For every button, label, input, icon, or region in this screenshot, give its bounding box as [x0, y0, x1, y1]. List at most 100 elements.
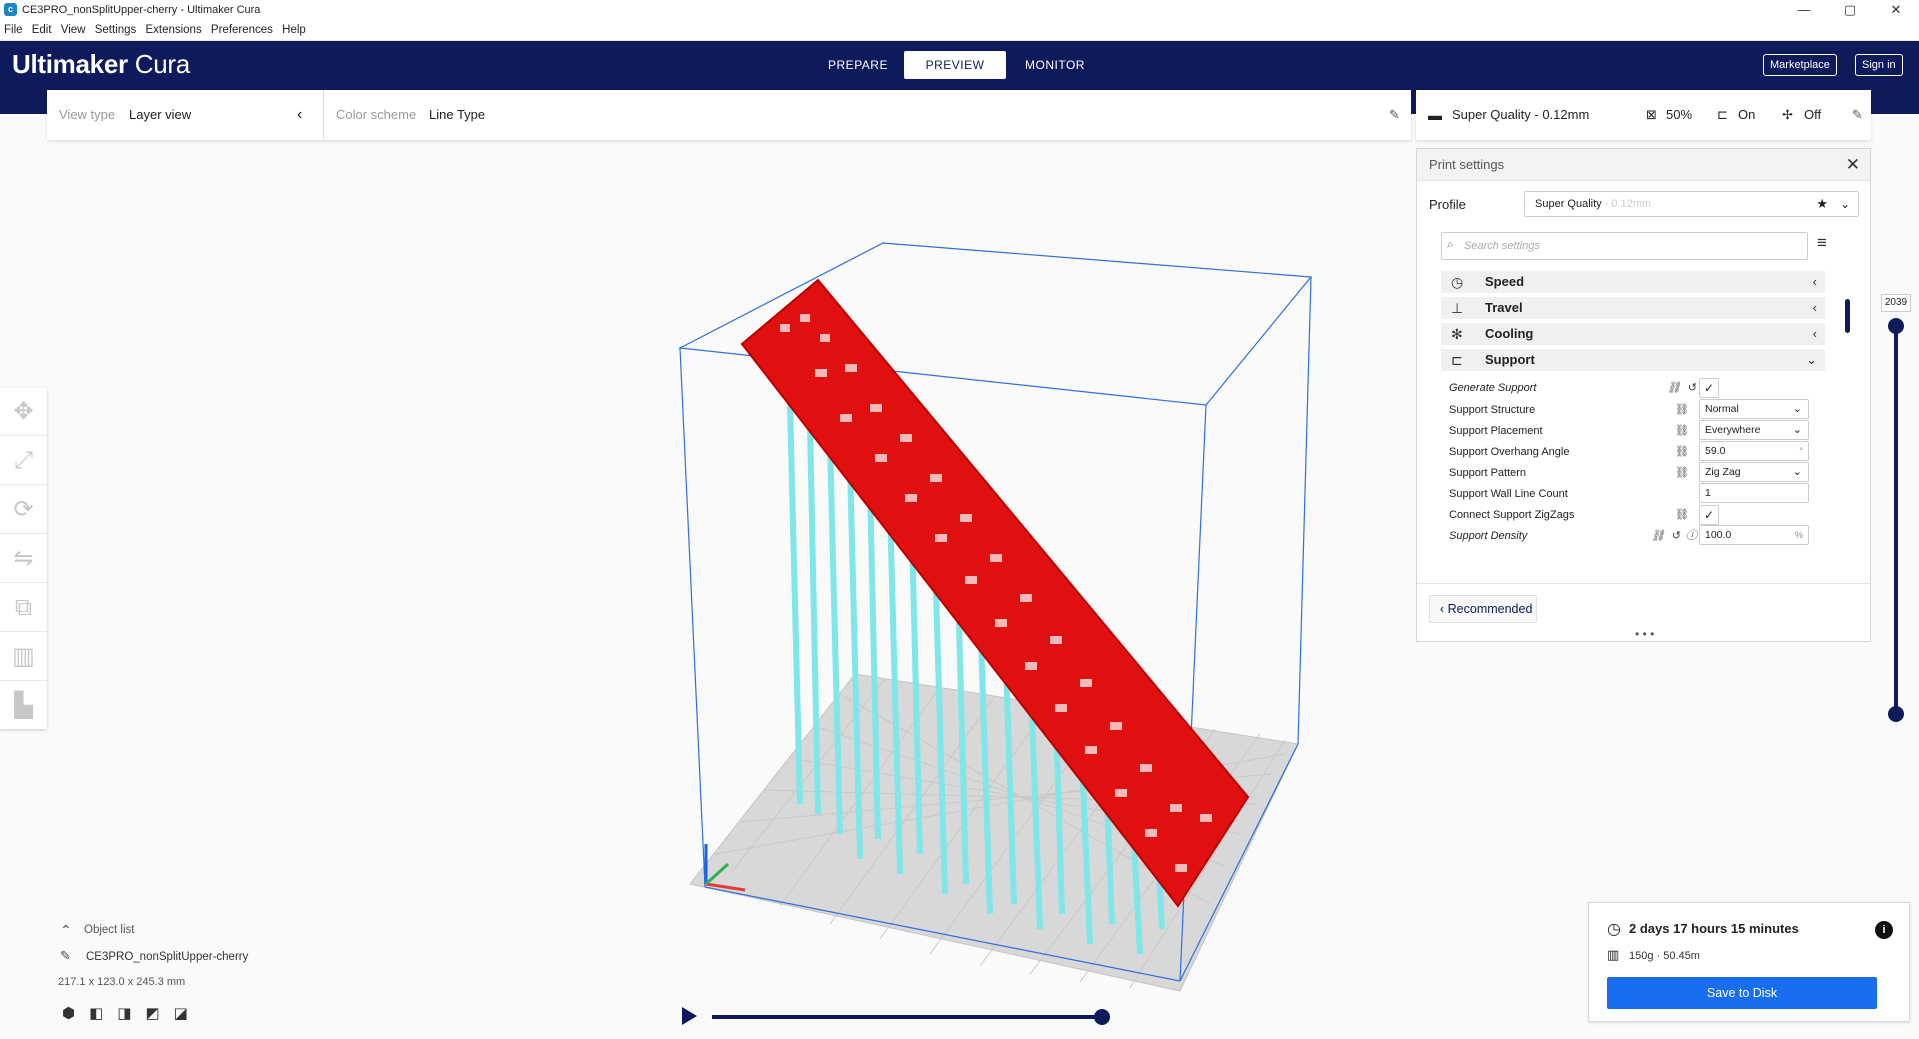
tab-monitor[interactable]: MONITOR — [1010, 51, 1100, 79]
divider — [323, 90, 324, 140]
menu-help[interactable]: Help — [282, 20, 306, 41]
setting-support-placement: Support Placement ⛓ Everywhere ⌄ — [1449, 420, 1809, 442]
search-input[interactable]: Search settings — [1441, 232, 1808, 260]
support-summary[interactable]: On — [1738, 90, 1755, 140]
object-dimensions: 217.1 x 123.0 x 245.3 mm — [58, 976, 186, 988]
close-window-button[interactable]: ✕ — [1873, 0, 1919, 20]
category-speed[interactable]: ◷ Speed ‹ — [1441, 271, 1825, 293]
setting-label: Support Density — [1449, 530, 1528, 542]
menu-view[interactable]: View — [61, 20, 86, 41]
resize-handle[interactable]: • • • — [1635, 627, 1654, 641]
custom-support-icon[interactable]: ▙ — [0, 682, 47, 730]
object-name[interactable]: CE3PRO_nonSplitUpper-cherry — [86, 951, 248, 963]
setting-support-overhang-angle: Support Overhang Angle ⛓ 59.0 ° — [1449, 441, 1809, 463]
chevron-up-icon[interactable]: ⌃ — [60, 922, 72, 939]
category-travel[interactable]: ⊥ Travel ‹ — [1441, 297, 1825, 319]
support-density-input[interactable]: 100.0% — [1699, 525, 1809, 545]
menu-extensions[interactable]: Extensions — [145, 20, 201, 41]
link-icon[interactable]: ⛓ — [1675, 399, 1689, 421]
pencil-icon[interactable]: ✎ — [60, 948, 71, 964]
link-icon[interactable]: ⛓ — [1675, 462, 1689, 484]
support-blocker-icon[interactable]: ▥ — [0, 633, 47, 681]
settings-scrollbar[interactable] — [1845, 299, 1850, 333]
menu-edit[interactable]: Edit — [32, 20, 52, 41]
move-tool-icon[interactable]: ✥ — [0, 388, 47, 436]
info-icon[interactable]: i — [1875, 921, 1893, 939]
reset-icon[interactable]: ↺ — [1688, 377, 1697, 399]
3d-view-icon[interactable]: ⬢ — [62, 1005, 89, 1022]
layer-slider-bottom-handle[interactable] — [1888, 706, 1904, 722]
play-icon[interactable] — [682, 1007, 697, 1025]
menu-icon[interactable]: ≡ — [1817, 233, 1827, 253]
tab-prepare[interactable]: PREPARE — [810, 51, 906, 79]
layer-slider[interactable]: 2039 — [1881, 290, 1911, 730]
color-scheme-select[interactable]: Line Type — [429, 90, 485, 140]
pencil-icon[interactable]: ✎ — [1852, 90, 1863, 140]
field-value: Everywhere — [1705, 424, 1761, 436]
profile-summary[interactable]: Super Quality - 0.12mm — [1452, 90, 1589, 140]
save-to-disk-button[interactable]: Save to Disk — [1607, 977, 1877, 1009]
tab-preview[interactable]: PREVIEW — [904, 51, 1006, 79]
marketplace-button[interactable]: Marketplace — [1763, 54, 1837, 76]
scale-tool-icon[interactable]: ⤢ — [0, 437, 47, 485]
chevron-left-icon: ‹ — [1440, 602, 1448, 616]
object-list-toggle[interactable]: Object list — [84, 924, 135, 936]
category-label: Support — [1485, 352, 1535, 367]
connect-zigzags-checkbox[interactable]: ✓ — [1699, 505, 1719, 525]
minimize-button[interactable]: — — [1781, 0, 1827, 20]
object-list-panel: ⌃ Object list ✎ CE3PRO_nonSplitUpper-che… — [58, 918, 378, 1028]
per-model-settings-icon[interactable]: ⧉ — [0, 584, 47, 632]
chevron-left-icon[interactable]: ‹ — [297, 90, 302, 140]
left-view-icon[interactable]: ◩ — [145, 1005, 173, 1022]
right-view-icon[interactable]: ◪ — [174, 1005, 202, 1022]
support-placement-select[interactable]: Everywhere ⌄ — [1699, 420, 1809, 440]
print-setup-bar[interactable]: ▬ Super Quality - 0.12mm ⊠ 50% ⊏ On ✢ Of… — [1416, 90, 1871, 140]
menu-file[interactable]: File — [4, 20, 23, 41]
profile-select[interactable]: Super Quality - 0.12mm ★ ⌄ — [1524, 191, 1859, 217]
category-support[interactable]: ⊏ Support ⌄ — [1441, 349, 1825, 371]
recommended-button[interactable]: ‹ Recommended — [1429, 595, 1537, 623]
view-type-select[interactable]: Layer view — [129, 90, 191, 140]
adhesion-summary[interactable]: Off — [1804, 90, 1821, 140]
category-cooling[interactable]: ✻ Cooling ‹ — [1441, 323, 1825, 345]
support-pattern-select[interactable]: Zig Zag ⌄ — [1699, 462, 1809, 482]
divider — [1417, 583, 1870, 584]
link-icon[interactable]: ⛓ — [1667, 377, 1681, 399]
info-icon[interactable]: ⓘ — [1686, 525, 1697, 547]
setting-support-structure: Support Structure ⛓ Normal ⌄ — [1449, 399, 1809, 421]
infill-summary[interactable]: 50% — [1666, 90, 1692, 140]
close-icon[interactable]: ✕ — [1846, 155, 1860, 175]
panel-title: Print settings — [1417, 149, 1870, 181]
layer-slider-top-handle[interactable] — [1888, 318, 1904, 334]
reset-icon[interactable]: ↺ — [1672, 525, 1681, 547]
maximize-button[interactable]: ▢ — [1827, 0, 1873, 20]
sign-in-button[interactable]: Sign in — [1855, 54, 1903, 76]
pencil-icon[interactable]: ✎ — [1389, 90, 1400, 140]
menu-settings[interactable]: Settings — [95, 20, 137, 41]
top-view-icon[interactable]: ◨ — [117, 1005, 145, 1022]
chevron-left-icon: ‹ — [1812, 274, 1817, 289]
path-slider-track[interactable] — [712, 1015, 1102, 1019]
chevron-down-icon[interactable]: ⌄ — [1840, 192, 1850, 216]
star-icon[interactable]: ★ — [1816, 192, 1828, 216]
support-structure-select[interactable]: Normal ⌄ — [1699, 399, 1809, 419]
layer-slider-track[interactable] — [1894, 326, 1898, 721]
rotate-tool-icon[interactable]: ⟳ — [0, 486, 47, 534]
view-type-label: View type — [59, 107, 116, 122]
support-wall-line-count-input[interactable]: 1 — [1699, 483, 1809, 503]
support-overhang-angle-input[interactable]: 59.0 ° — [1699, 441, 1809, 461]
front-view-icon[interactable]: ◧ — [89, 1005, 117, 1022]
link-icon[interactable]: ⛓ — [1651, 525, 1665, 547]
path-slider-handle[interactable] — [1094, 1009, 1110, 1025]
setting-label: Support Structure — [1449, 404, 1536, 416]
max-layer-input[interactable]: 2039 — [1881, 294, 1911, 312]
cura-app-icon: c — [4, 3, 17, 16]
mirror-tool-icon[interactable]: ⇋ — [0, 535, 47, 583]
link-icon[interactable]: ⛓ — [1675, 420, 1689, 442]
view-orientation-buttons[interactable]: ⬢◧◨◩◪ — [62, 1004, 202, 1022]
field-value: 1 — [1705, 487, 1711, 499]
generate-support-checkbox[interactable]: ✓ — [1699, 378, 1719, 398]
link-icon[interactable]: ⛓ — [1675, 504, 1689, 526]
menu-preferences[interactable]: Preferences — [211, 20, 273, 41]
link-icon[interactable]: ⛓ — [1675, 441, 1689, 463]
